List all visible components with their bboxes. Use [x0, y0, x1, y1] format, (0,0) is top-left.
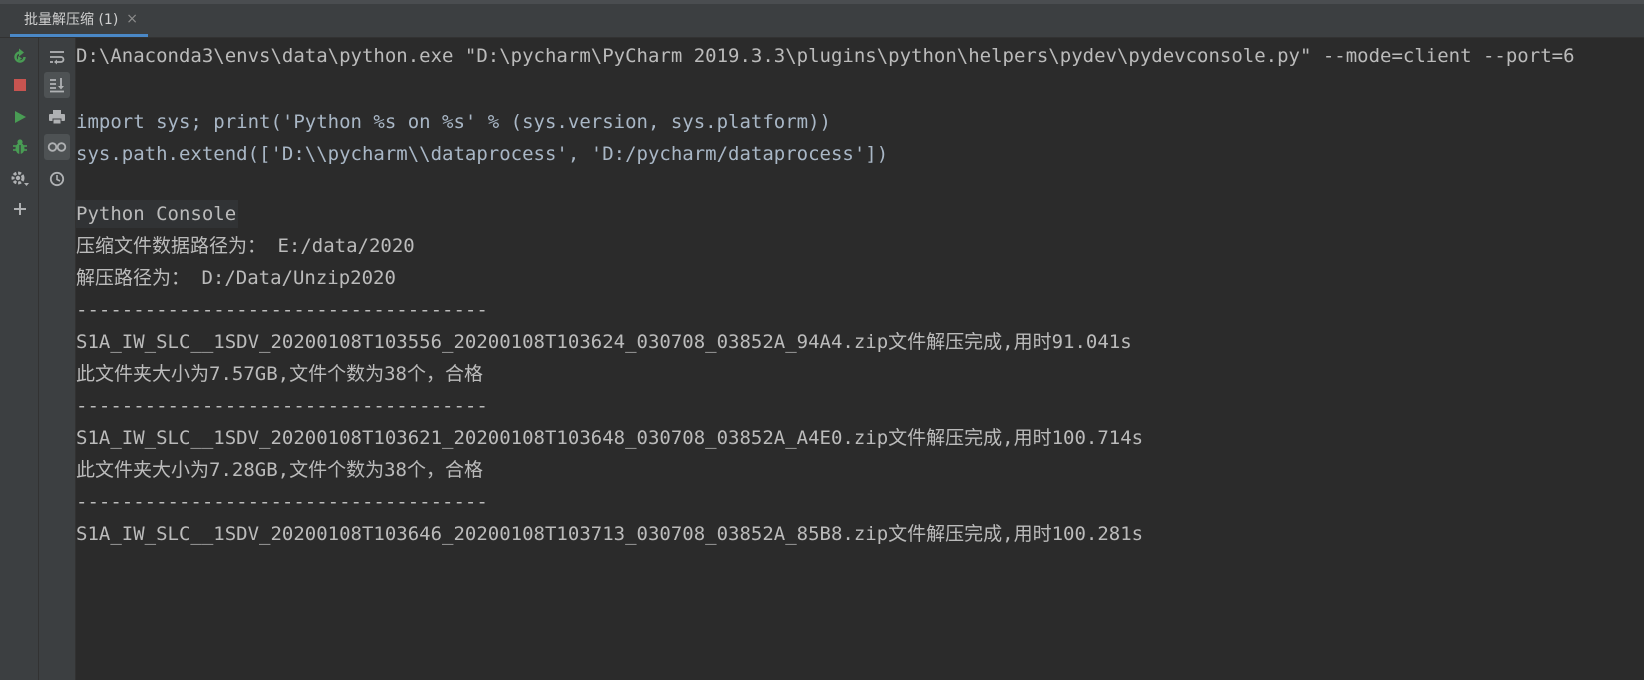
- console-line-unzip-result: S1A_IW_SLC__1SDV_20200108T103556_2020010…: [76, 331, 1132, 353]
- history-icon[interactable]: [44, 166, 70, 192]
- settings-icon[interactable]: [7, 166, 33, 192]
- console-line-unzip-result: S1A_IW_SLC__1SDV_20200108T103646_2020010…: [76, 523, 1144, 545]
- stop-icon[interactable]: [7, 72, 33, 98]
- console-line-separator: ------------------------------------: [76, 491, 488, 513]
- show-variables-icon[interactable]: [44, 134, 70, 160]
- console-line-source-path: 压缩文件数据路径为： E:/data/2020: [76, 235, 415, 257]
- print-icon[interactable]: [44, 104, 70, 130]
- tab-batch-unzip[interactable]: 批量解压缩 (1) ×: [10, 4, 149, 37]
- console-line-unzip-result: S1A_IW_SLC__1SDV_20200108T103621_2020010…: [76, 427, 1144, 449]
- console-line-python-console: Python Console: [76, 200, 239, 228]
- close-icon[interactable]: ×: [126, 12, 138, 26]
- console-line-sys-path: sys.path.extend(['D:\\pycharm\\dataproce…: [76, 143, 889, 165]
- debug-icon[interactable]: [7, 134, 33, 160]
- tab-title: 批量解压缩 (1): [24, 12, 119, 28]
- run-toolbar: [0, 38, 39, 680]
- rerun-icon[interactable]: [7, 44, 33, 70]
- console-line-separator: ------------------------------------: [76, 395, 488, 417]
- add-icon[interactable]: [7, 196, 33, 222]
- console-toolbar: [39, 38, 76, 680]
- scroll-to-end-icon[interactable]: [44, 72, 70, 98]
- console-tab-bar: 批量解压缩 (1) ×: [0, 0, 1644, 38]
- console-line-import-sys: import sys; print('Python %s on %s' % (s…: [76, 111, 831, 133]
- soft-wrap-icon[interactable]: [44, 44, 70, 70]
- console-line-folder-check: 此文件夹大小为7.28GB,文件个数为38个，合格: [76, 459, 483, 481]
- console-line-separator: ------------------------------------: [76, 299, 488, 321]
- console-command-line: D:\Anaconda3\envs\data\python.exe "D:\py…: [76, 45, 1575, 67]
- console-line-target-path: 解压路径为： D:/Data/Unzip2020: [76, 267, 396, 289]
- run-icon[interactable]: [7, 104, 33, 130]
- console-output[interactable]: D:\Anaconda3\envs\data\python.exe "D:\py…: [76, 38, 1644, 680]
- console-line-folder-check: 此文件夹大小为7.57GB,文件个数为38个，合格: [76, 363, 483, 385]
